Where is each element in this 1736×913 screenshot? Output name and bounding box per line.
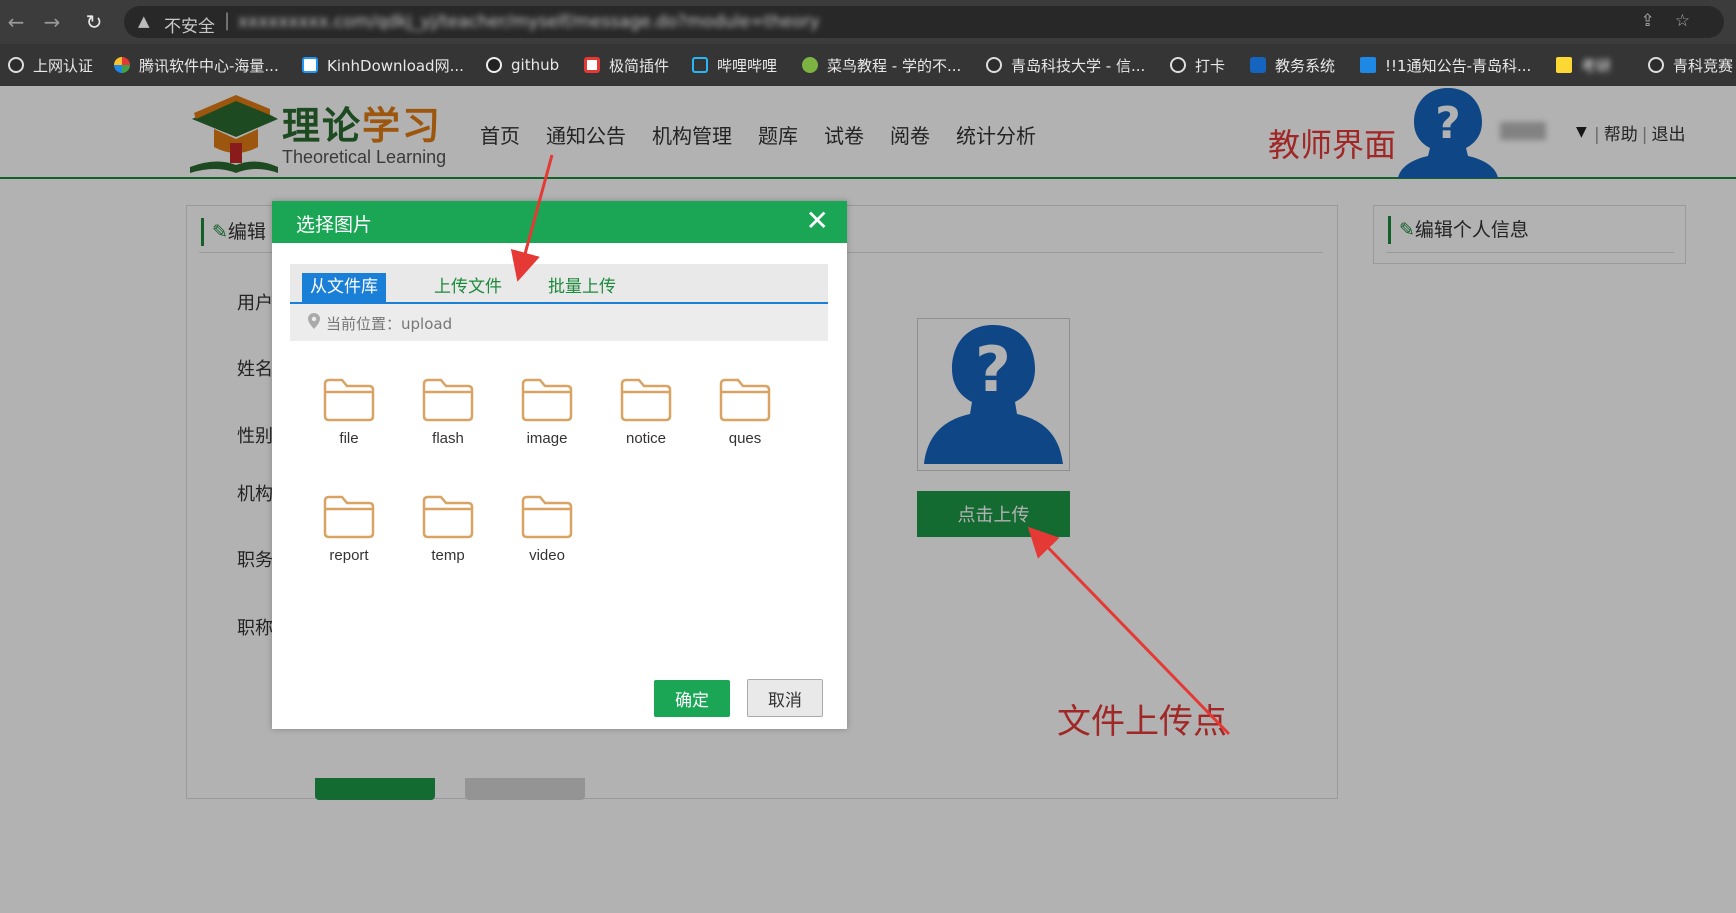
select-image-dialog: 选择图片 ✕ 从文件库 上传文件 批量上传 当前位置：upload file f… <box>272 201 847 729</box>
globe-icon <box>1170 57 1186 73</box>
current-location: 当前位置：upload <box>326 315 453 333</box>
bookmark-item[interactable]: 青科竞赛 <box>1648 55 1733 75</box>
folder-icon <box>521 495 573 539</box>
bookmarks-bar: 上网认证 腾讯软件中心-海量... KinhDownload网... githu… <box>0 44 1736 86</box>
reload-icon[interactable]: ↻ <box>82 10 106 34</box>
kinh-icon <box>302 57 318 73</box>
folder-item[interactable]: video <box>507 495 587 564</box>
folder-item[interactable]: image <box>507 378 587 447</box>
tab-bar: 从文件库 上传文件 批量上传 <box>290 264 828 304</box>
page: 理论学习 Theoretical Learning 首页 通知公告 机构管理 题… <box>0 86 1736 913</box>
modal-overlay[interactable] <box>0 86 1736 913</box>
bookmark-item[interactable]: 腾讯软件中心-海量... <box>114 55 279 75</box>
folder-item[interactable]: flash <box>408 378 488 447</box>
bookmark-item[interactable]: github <box>486 55 559 75</box>
address-separator: | <box>224 10 231 31</box>
folder-item[interactable]: notice <box>606 378 686 447</box>
insecure-label: 不安全 <box>164 17 215 37</box>
star-icon[interactable]: ☆ <box>1675 11 1710 31</box>
folder-item[interactable]: file <box>309 378 389 447</box>
folder-item[interactable]: report <box>309 495 389 564</box>
bookmark-item[interactable]: 青岛科技大学 - 信... <box>986 55 1145 75</box>
jiaowu-icon <box>1250 57 1266 73</box>
location-bar: 当前位置：upload <box>290 304 828 341</box>
tab-upload-file[interactable]: 上传文件 <box>426 273 510 302</box>
warning-icon: ▲ <box>138 12 150 30</box>
tencent-icon <box>114 57 130 73</box>
close-icon[interactable]: ✕ <box>806 205 829 237</box>
folder-item[interactable]: ques <box>705 378 785 447</box>
bookmark-item[interactable]: 教务系统 <box>1250 55 1335 75</box>
bookmark-item[interactable]: 考研 <box>1556 55 1611 75</box>
notice-icon <box>1360 57 1376 73</box>
globe-icon <box>8 57 24 73</box>
plugin-icon <box>584 57 600 73</box>
folder-icon <box>323 495 375 539</box>
browser-toolbar: ← → ↻ ▲ 不安全 | xxxxxxxxx.com/qdkj_yj/teac… <box>0 0 1736 44</box>
bookmark-item[interactable]: !!1通知公告-青岛科... <box>1360 55 1531 75</box>
globe-icon <box>1648 57 1664 73</box>
back-icon[interactable]: ← <box>4 10 28 34</box>
bookmark-item[interactable]: 打卡 <box>1170 55 1225 75</box>
location-pin-icon <box>308 313 320 329</box>
github-icon <box>486 57 502 73</box>
folder-item[interactable]: temp <box>408 495 488 564</box>
folder-icon <box>323 378 375 422</box>
tab-file-library[interactable]: 从文件库 <box>302 273 386 302</box>
runoob-icon <box>802 57 818 73</box>
folder-icon <box>620 378 672 422</box>
tab-batch-upload[interactable]: 批量上传 <box>540 273 624 302</box>
share-icon[interactable]: ⇪ <box>1641 11 1675 31</box>
bookmark-item[interactable]: 哔哩哔哩 <box>692 55 777 75</box>
dialog-title: 选择图片 <box>296 214 373 236</box>
bookmark-item[interactable]: KinhDownload网... <box>302 55 464 75</box>
url-text[interactable]: xxxxxxxxx.com/qdkj_yj/teacher/myself/mes… <box>238 12 820 32</box>
forward-icon[interactable]: → <box>40 10 64 34</box>
bookmark-item[interactable]: 极简插件 <box>584 55 669 75</box>
folder-icon <box>422 378 474 422</box>
folder-icon <box>1556 57 1572 73</box>
folder-icon <box>521 378 573 422</box>
cancel-button[interactable]: 取消 <box>747 679 823 717</box>
folder-icon <box>422 495 474 539</box>
folder-icon <box>719 378 771 422</box>
bookmark-item[interactable]: 菜鸟教程 - 学的不... <box>802 55 961 75</box>
bookmark-item[interactable]: 上网认证 <box>8 55 93 75</box>
address-bar[interactable]: ▲ 不安全 | xxxxxxxxx.com/qdkj_yj/teacher/my… <box>124 6 1724 38</box>
globe-icon <box>986 57 1002 73</box>
bilibili-icon <box>692 57 708 73</box>
confirm-button[interactable]: 确定 <box>654 680 730 717</box>
dialog-header: 选择图片 ✕ <box>272 201 847 243</box>
